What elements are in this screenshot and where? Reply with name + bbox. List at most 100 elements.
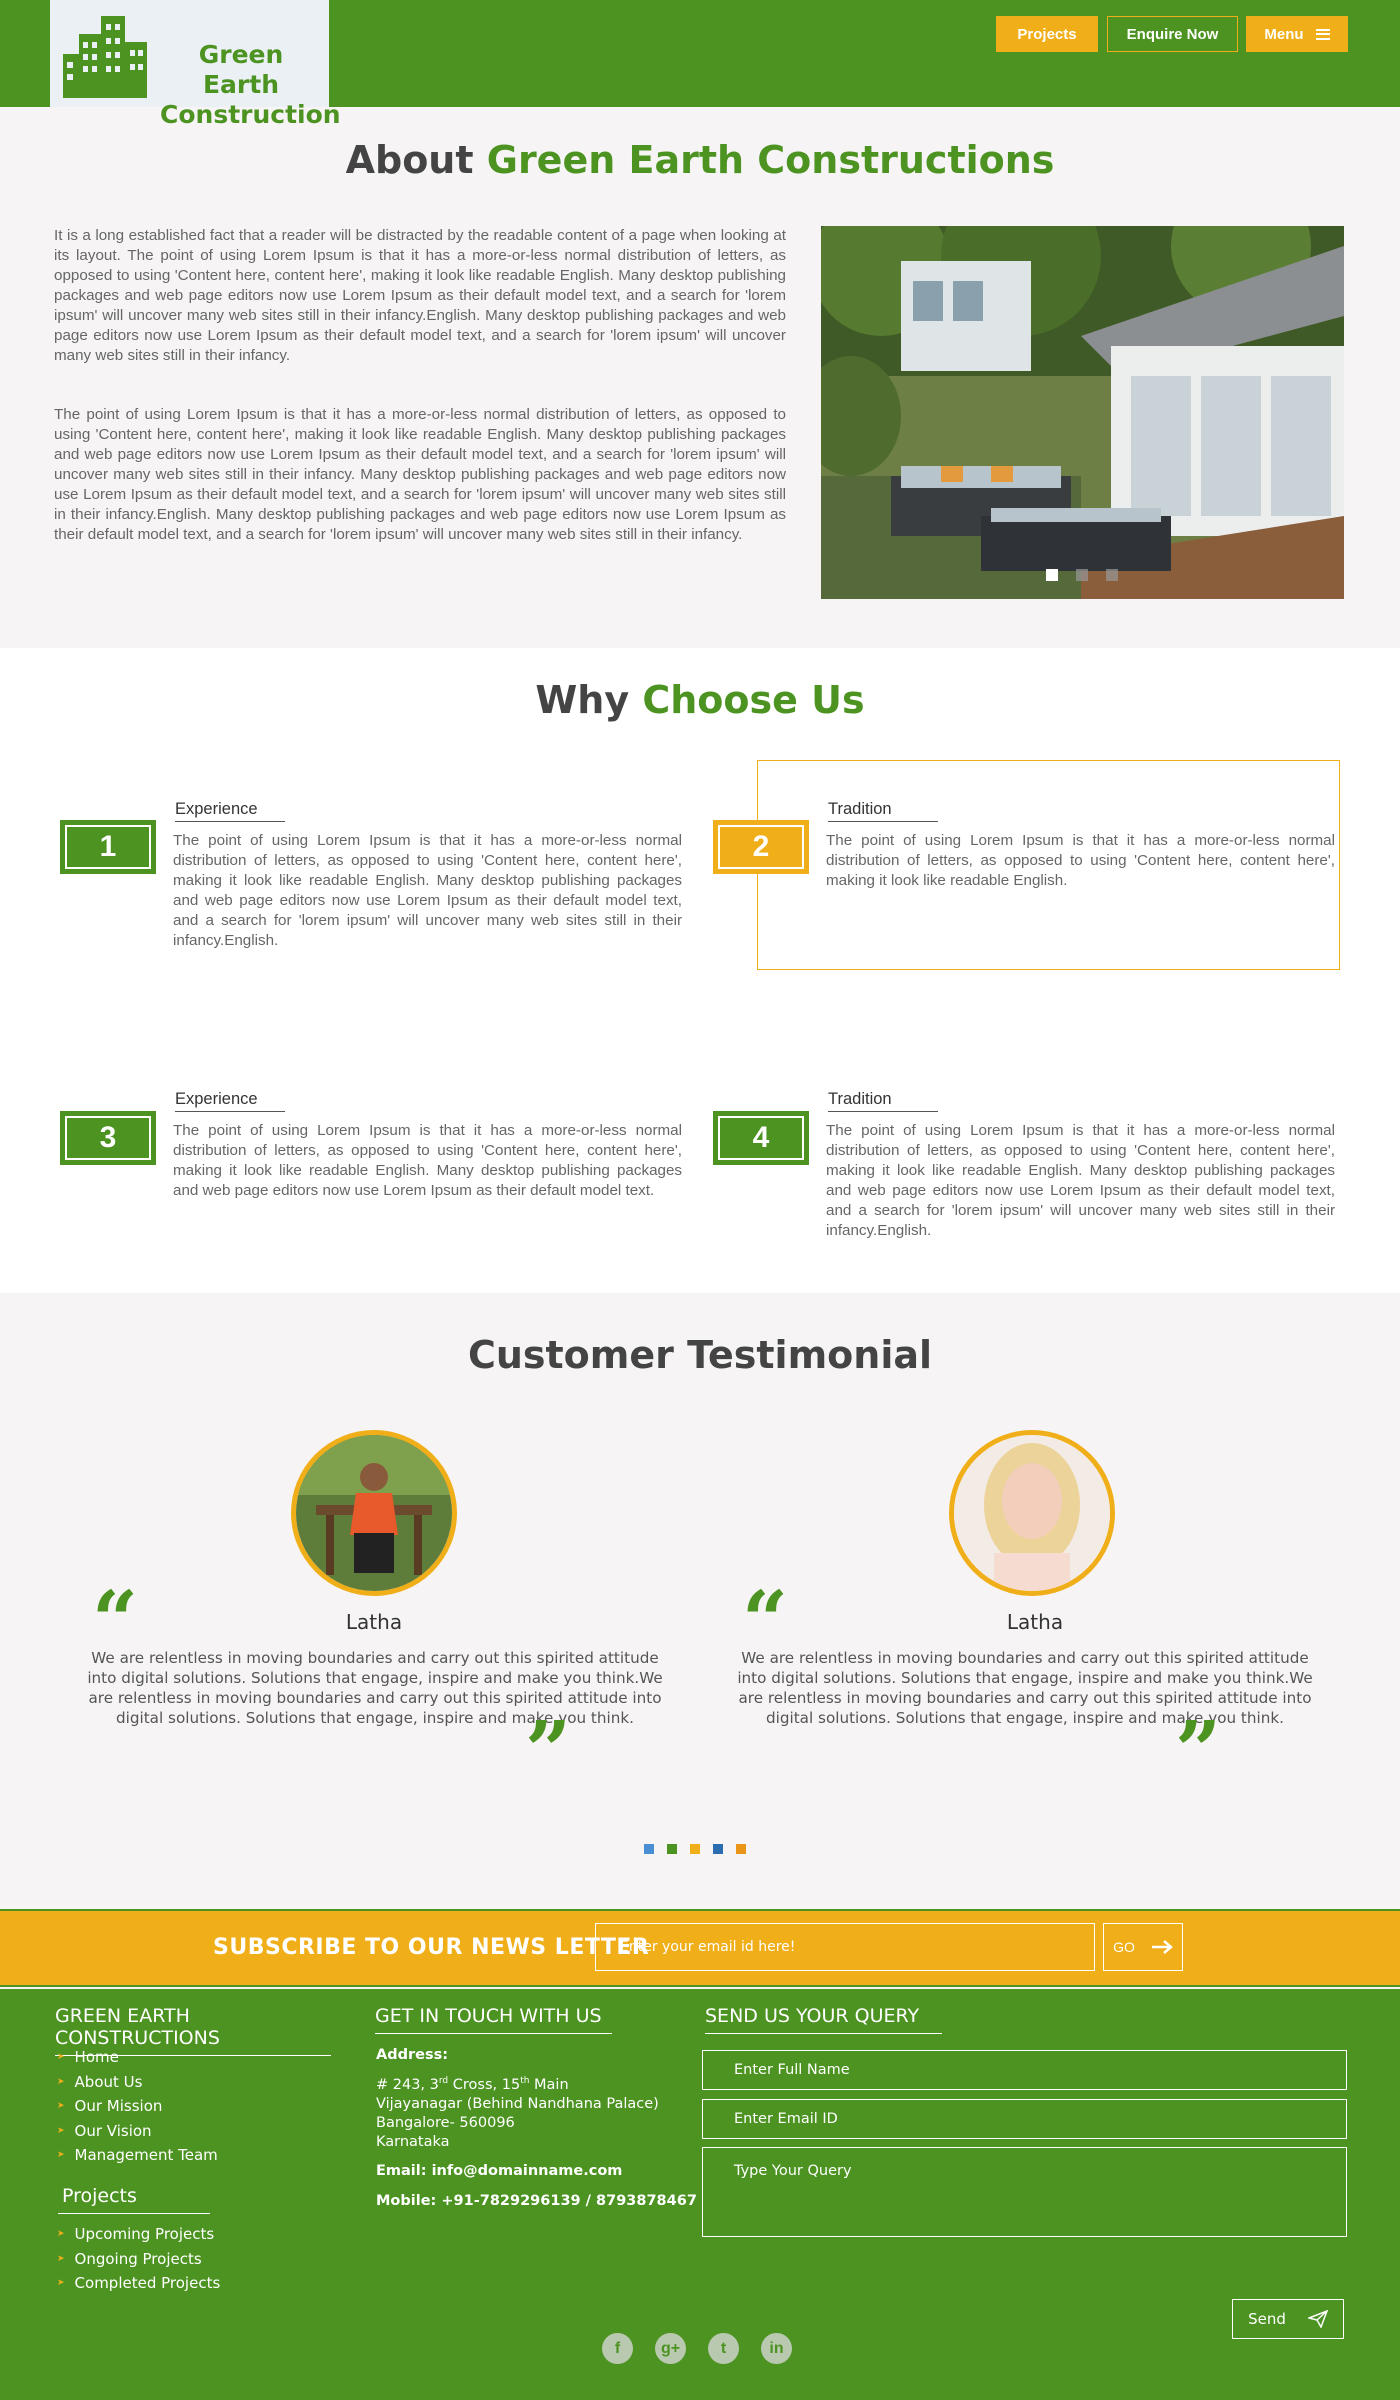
footer-projects-heading: Projects bbox=[58, 2185, 210, 2214]
footer-links: Home About Us Our Mission Our Vision Man… bbox=[57, 2045, 218, 2168]
slider-dot[interactable] bbox=[1046, 569, 1058, 581]
footer-link-home[interactable]: Home bbox=[57, 2045, 218, 2070]
full-name-placeholder: Enter Full Name bbox=[734, 2062, 850, 2078]
projects-button[interactable]: Projects bbox=[996, 16, 1098, 52]
address-line-1: # 243, 3rd Cross, 15th Main bbox=[376, 2072, 697, 2095]
pager-dot[interactable] bbox=[713, 1844, 723, 1854]
pager-dot[interactable] bbox=[690, 1844, 700, 1854]
pager-dot[interactable] bbox=[736, 1844, 746, 1854]
pager-dot[interactable] bbox=[667, 1844, 677, 1854]
customer-photo-1 bbox=[296, 1435, 452, 1591]
feature-title-2: Tradition bbox=[828, 800, 938, 822]
feature-text-1: The point of using Lorem Ipsum is that i… bbox=[173, 832, 682, 949]
facebook-icon[interactable]: f bbox=[602, 2333, 633, 2364]
feature-number-3: 3 bbox=[60, 1111, 156, 1165]
footer-link-vision[interactable]: Our Vision bbox=[57, 2119, 218, 2144]
footer-link-management[interactable]: Management Team bbox=[57, 2143, 218, 2168]
logo-line-1: Green Earth bbox=[198, 40, 284, 99]
linkedin-icon[interactable]: in bbox=[761, 2333, 792, 2364]
newsletter-label: SUBSCRIBE TO OUR NEWS LETTER bbox=[213, 1935, 650, 1960]
address-label: Address: bbox=[376, 2047, 449, 2063]
why-title-plain: Why bbox=[535, 678, 643, 722]
query-placeholder: Type Your Query bbox=[734, 2163, 852, 2179]
feature-text-2: The point of using Lorem Ipsum is that i… bbox=[826, 832, 1335, 889]
about-title-accent: Green Earth Constructions bbox=[486, 138, 1055, 182]
testimonial-text-2: We are relentless in moving boundaries a… bbox=[737, 1649, 1313, 1727]
customer-photo-2 bbox=[954, 1435, 1110, 1591]
address-line-1b: Cross, 15 bbox=[448, 2076, 521, 2093]
newsletter-go-button[interactable]: GO bbox=[1103, 1923, 1183, 1971]
email-id-input[interactable]: Enter Email ID bbox=[702, 2099, 1347, 2139]
address-line-4: Karnataka bbox=[376, 2133, 450, 2150]
social-links: f g+ t in bbox=[602, 2333, 792, 2364]
testimonial-title: Customer Testimonial bbox=[467, 1333, 933, 1377]
slider-dot[interactable] bbox=[1106, 569, 1118, 581]
logo-line-2: Construction bbox=[160, 100, 341, 129]
testimonial-name-1: Latha bbox=[345, 1610, 403, 1634]
house-photo bbox=[821, 226, 1344, 599]
footer-link-completed[interactable]: Completed Projects bbox=[57, 2271, 221, 2296]
address-line-2: Vijayanagar (Behind Nandhana Palace) bbox=[376, 2095, 659, 2112]
enquire-now-button[interactable]: Enquire Now bbox=[1107, 16, 1238, 52]
hamburger-icon bbox=[1315, 28, 1330, 40]
feature-number-3-label: 3 bbox=[65, 1116, 151, 1160]
menu-button[interactable]: Menu bbox=[1246, 16, 1348, 52]
newsletter-email-input[interactable] bbox=[595, 1923, 1095, 1971]
feature-title-3: Experience bbox=[175, 1090, 285, 1112]
house-illustration bbox=[821, 226, 1344, 599]
menu-label: Menu bbox=[1264, 25, 1304, 43]
feature-number-2-label: 2 bbox=[718, 825, 804, 869]
about-title: About Green Earth Constructions bbox=[0, 138, 1400, 182]
avatar bbox=[291, 1430, 457, 1596]
footer-link-mission[interactable]: Our Mission bbox=[57, 2094, 218, 2119]
feature-title-1: Experience bbox=[175, 800, 285, 822]
feature-number-4: 4 bbox=[713, 1111, 809, 1165]
google-plus-icon[interactable]: g+ bbox=[655, 2333, 686, 2364]
address-line-1-sup1: rd bbox=[438, 2076, 449, 2086]
footer-link-about[interactable]: About Us bbox=[57, 2070, 218, 2095]
footer-email[interactable]: Email: info@domainname.com bbox=[376, 2162, 697, 2181]
about-paragraph-1: It is a long established fact that a rea… bbox=[54, 227, 786, 364]
site-footer: GREEN EARTH CONSTRUCTIONS Home About Us … bbox=[0, 1989, 1400, 2400]
testimonial-text-1: We are relentless in moving boundaries a… bbox=[87, 1649, 663, 1727]
arrow-right-icon bbox=[1151, 1940, 1173, 1954]
paper-plane-icon bbox=[1307, 2310, 1328, 2328]
pager-dot[interactable] bbox=[644, 1844, 654, 1854]
footer-query-heading: SEND US YOUR QUERY bbox=[705, 2005, 942, 2034]
full-name-input[interactable]: Enter Full Name bbox=[702, 2050, 1347, 2090]
logo-text: Green Earth Construction bbox=[160, 40, 341, 130]
feature-number-2: 2 bbox=[713, 820, 809, 874]
address-line-3: Bangalore- 560096 bbox=[376, 2114, 515, 2131]
footer-project-links: Upcoming Projects Ongoing Projects Compl… bbox=[57, 2222, 221, 2296]
send-button[interactable]: Send bbox=[1232, 2299, 1344, 2339]
send-label: Send bbox=[1248, 2310, 1286, 2328]
slider-dot[interactable] bbox=[1076, 569, 1088, 581]
avatar bbox=[949, 1430, 1115, 1596]
quote-close-icon: ” bbox=[1175, 1703, 1222, 1797]
quote-close-icon: ” bbox=[525, 1703, 572, 1797]
feature-number-1-label: 1 bbox=[65, 825, 151, 869]
footer-link-ongoing[interactable]: Ongoing Projects bbox=[57, 2247, 220, 2272]
query-textarea[interactable]: Type Your Query bbox=[702, 2147, 1347, 2237]
enquire-label: Enquire Now bbox=[1126, 25, 1219, 43]
about-title-plain: About bbox=[345, 138, 487, 182]
feature-title-4: Tradition bbox=[828, 1090, 938, 1112]
feature-text-4: The point of using Lorem Ipsum is that i… bbox=[826, 1122, 1335, 1239]
testimonial-pager bbox=[644, 1844, 746, 1854]
feature-text-3: The point of using Lorem Ipsum is that i… bbox=[173, 1122, 682, 1199]
footer-contact-heading: GET IN TOUCH WITH US bbox=[375, 2005, 612, 2034]
about-slider-dots bbox=[1046, 569, 1118, 581]
why-title-accent: Choose Us bbox=[642, 678, 865, 722]
address-line-1a: # 243, 3 bbox=[376, 2076, 439, 2093]
why-title: Why Choose Us bbox=[0, 678, 1400, 722]
footer-mobile[interactable]: Mobile: +91-7829296139 / 8793878467 bbox=[376, 2192, 697, 2211]
footer-link-upcoming[interactable]: Upcoming Projects bbox=[57, 2222, 220, 2247]
address-line-1c: Main bbox=[529, 2076, 569, 2093]
logo[interactable]: Green Earth Construction bbox=[50, 0, 341, 129]
site-header: Green Earth Construction Projects Enquir… bbox=[0, 0, 1400, 129]
twitter-icon[interactable]: t bbox=[708, 2333, 739, 2364]
testimonial-name-2: Latha bbox=[1006, 1610, 1064, 1634]
footer-address-block: Address: # 243, 3rd Cross, 15th Main Vij… bbox=[376, 2046, 697, 2211]
about-paragraph-2: The point of using Lorem Ipsum is that i… bbox=[54, 406, 786, 543]
newsletter-bar: SUBSCRIBE TO OUR NEWS LETTER GO bbox=[0, 1909, 1400, 1987]
